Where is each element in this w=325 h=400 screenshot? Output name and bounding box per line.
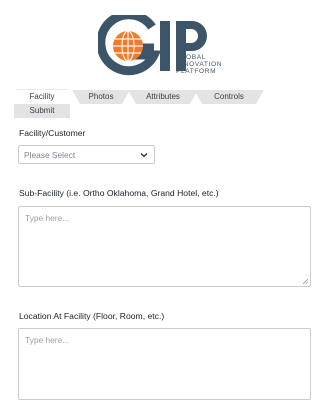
logo-wordmark: GLOBAL INNOVATION PLATFORM bbox=[176, 54, 222, 76]
tab-photos-label: Photos bbox=[88, 92, 114, 101]
facility-select-value: Please Select bbox=[24, 150, 76, 160]
tab-attributes-label: Attributes bbox=[146, 92, 180, 101]
tab-submit[interactable]: Submit bbox=[14, 104, 70, 118]
tab-controls-label: Controls bbox=[214, 92, 244, 101]
logo-line-innovation: INNOVATION bbox=[176, 61, 223, 69]
location-label: Location At Facility (Floor, Room, etc.) bbox=[19, 311, 165, 321]
tab-facility[interactable]: Facility bbox=[16, 89, 68, 103]
subfacility-textarea[interactable]: Type here... bbox=[18, 206, 311, 287]
tab-photos[interactable]: Photos bbox=[72, 90, 130, 104]
subfacility-placeholder: Type here... bbox=[25, 213, 70, 223]
tab-controls[interactable]: Controls bbox=[194, 90, 264, 104]
logo-line-platform: PLATFORM bbox=[176, 68, 217, 76]
location-placeholder: Type here... bbox=[25, 335, 70, 345]
facility-select[interactable]: Please Select bbox=[18, 145, 155, 164]
resize-grip-icon[interactable] bbox=[303, 279, 308, 284]
facility-label: Facility/Customer bbox=[19, 128, 86, 138]
location-textarea[interactable]: Type here... bbox=[18, 328, 311, 400]
tab-facility-label: Facility bbox=[29, 92, 55, 101]
logo-line-global: GLOBAL bbox=[176, 54, 206, 61]
tab-attributes[interactable]: Attributes bbox=[128, 90, 198, 104]
chevron-down-icon bbox=[140, 153, 148, 158]
subfacility-label: Sub-Facility (i.e. Ortho Oklahoma, Grand… bbox=[19, 188, 219, 198]
tab-submit-label: Submit bbox=[29, 106, 55, 115]
